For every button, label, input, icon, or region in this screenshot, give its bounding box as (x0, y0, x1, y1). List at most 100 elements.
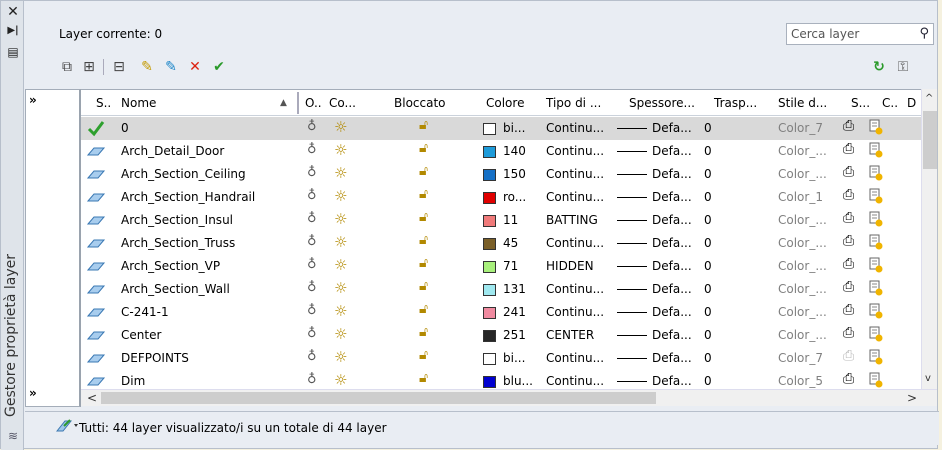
color-value[interactable]: 11 (503, 213, 518, 227)
unlock-icon[interactable]: 🔓︎ (419, 370, 428, 386)
unlock-icon[interactable]: 🔓︎ (419, 324, 428, 340)
plotstyle-value[interactable]: Color_7 (778, 351, 823, 365)
new-layer-icon[interactable]: ✎ (137, 57, 157, 77)
transparency-value[interactable]: 0 (704, 328, 712, 342)
transparency-value[interactable]: 0 (704, 121, 712, 135)
layer-icon[interactable] (86, 372, 106, 390)
layer-icon[interactable] (86, 142, 106, 160)
properties-icon[interactable]: ▤ (6, 45, 20, 59)
thaw-sun-icon[interactable]: ☼ (334, 210, 347, 228)
plot-printer-icon[interactable]: ⎙ (843, 256, 854, 272)
lineweight-value[interactable]: Defa... (652, 213, 692, 227)
layer-states-icon[interactable]: ⊟ (109, 57, 129, 77)
lineweight-value[interactable]: Defa... (652, 374, 692, 388)
on-bulb-icon[interactable]: ♁ (307, 349, 317, 364)
unlock-icon[interactable]: 🔓︎ (419, 186, 428, 202)
color-value[interactable]: 45 (503, 236, 518, 250)
transparency-value[interactable]: 0 (704, 305, 712, 319)
color-swatch[interactable] (483, 330, 496, 342)
plotstyle-value[interactable]: Color_... (778, 236, 827, 250)
new-vp-freeze-icon[interactable] (869, 372, 883, 388)
new-vp-freeze-icon[interactable] (869, 280, 883, 296)
table-row[interactable]: DEFPOINTS ♁ ☼ 🔓︎ bi... Continu... Defa... 0 Colo… (81, 347, 921, 370)
color-value[interactable]: 140 (503, 144, 526, 158)
table-row[interactable]: Center ♁ ☼ 🔓︎ 251 CENTER Defa... 0 Color_... ⎙ (81, 324, 921, 347)
layer-icon[interactable] (86, 165, 106, 183)
layer-list[interactable]: S.. Nome ▲ O.. Co... Bloccato Colore Tip… (81, 89, 921, 405)
thaw-sun-icon[interactable]: ☼ (334, 233, 347, 251)
plot-printer-icon[interactable]: ⎙ (843, 371, 854, 387)
color-swatch[interactable] (483, 307, 496, 319)
layer-name[interactable]: Center (121, 328, 161, 342)
plot-printer-icon[interactable]: ⎙ (843, 325, 854, 341)
plot-printer-icon[interactable]: ⎙ (843, 279, 854, 295)
table-row[interactable]: Arch_Detail_Door ♁ ☼ 🔓︎ 140 Continu... Defa...… (81, 140, 921, 163)
transparency-value[interactable]: 0 (704, 282, 712, 296)
layer-name[interactable]: Arch_Section_VP (121, 259, 220, 273)
transparency-value[interactable]: 0 (704, 213, 712, 227)
scroll-down-icon[interactable]: v (925, 373, 931, 384)
linetype-value[interactable]: Continu... (546, 144, 604, 158)
expand-filter-button[interactable]: » (29, 93, 37, 107)
layer-name[interactable]: Arch_Section_Wall (121, 282, 230, 296)
new-vp-frozen-layer-icon[interactable]: ✎ (161, 57, 181, 77)
lineweight-value[interactable]: Defa... (652, 282, 692, 296)
color-swatch[interactable] (483, 192, 496, 204)
linetype-value[interactable]: Continu... (546, 374, 604, 388)
unlock-icon[interactable]: 🔓︎ (419, 209, 428, 225)
plotstyle-value[interactable]: Color_... (778, 282, 827, 296)
current-layer-check-icon[interactable] (86, 119, 106, 137)
new-property-filter-icon[interactable]: ⧉ (57, 57, 77, 77)
layer-icon[interactable] (86, 188, 106, 206)
unlock-icon[interactable]: 🔓︎ (419, 255, 428, 271)
layer-icon[interactable] (86, 257, 106, 275)
lineweight-value[interactable]: Defa... (652, 144, 692, 158)
lineweight-value[interactable]: Defa... (652, 259, 692, 273)
scroll-left-icon[interactable]: < (87, 391, 97, 405)
thaw-sun-icon[interactable]: ☼ (334, 187, 347, 205)
color-swatch[interactable] (483, 353, 496, 365)
on-bulb-icon[interactable]: ♁ (307, 211, 317, 226)
linetype-value[interactable]: Continu... (546, 167, 604, 181)
set-current-icon[interactable]: ✔ (209, 57, 229, 77)
plotstyle-value[interactable]: Color_7 (778, 121, 823, 135)
header-color[interactable]: Colore (486, 96, 524, 110)
transparency-value[interactable]: 0 (704, 190, 712, 204)
linetype-value[interactable]: Continu... (546, 351, 604, 365)
horizontal-scrollbar[interactable]: < > (81, 389, 937, 406)
on-bulb-icon[interactable]: ♁ (307, 280, 317, 295)
layer-icon[interactable] (86, 303, 106, 321)
search-icon[interactable]: ⚲ (919, 26, 929, 41)
new-group-filter-icon[interactable]: ⊞ (79, 57, 99, 77)
color-swatch[interactable] (483, 215, 496, 227)
on-bulb-icon[interactable]: ♁ (307, 303, 317, 318)
vertical-scroll-thumb[interactable] (923, 111, 937, 169)
lineweight-value[interactable]: Defa... (652, 328, 692, 342)
new-vp-freeze-icon[interactable] (869, 165, 883, 181)
plot-printer-icon[interactable]: ⎙ (843, 118, 854, 134)
plot-printer-icon[interactable]: ⎙ (843, 164, 854, 180)
layer-name[interactable]: Arch_Section_Truss (121, 236, 235, 250)
thaw-sun-icon[interactable]: ☼ (334, 302, 347, 320)
delete-layer-icon[interactable]: ✕ (185, 57, 205, 77)
table-row[interactable]: Arch_Section_Truss ♁ ☼ 🔓︎ 45 Continu... Defa..… (81, 232, 921, 255)
color-swatch[interactable] (483, 123, 496, 135)
new-vp-freeze-icon[interactable] (869, 142, 883, 158)
plot-printer-icon[interactable]: ⎙ (843, 302, 854, 318)
layer-name[interactable]: Arch_Detail_Door (121, 144, 224, 158)
on-bulb-icon[interactable]: ♁ (307, 234, 317, 249)
layer-name[interactable]: Arch_Section_Insul (121, 213, 233, 227)
new-vp-freeze-icon[interactable] (869, 188, 883, 204)
on-bulb-icon[interactable]: ♁ (307, 165, 317, 180)
color-swatch[interactable] (483, 376, 496, 388)
unlock-icon[interactable]: 🔓︎ (419, 301, 428, 317)
table-row[interactable]: Arch_Section_Ceiling ♁ ☼ 🔓︎ 150 Continu... Def… (81, 163, 921, 186)
linetype-value[interactable]: Continu... (546, 190, 604, 204)
color-swatch[interactable] (483, 261, 496, 273)
new-vp-freeze-icon[interactable] (869, 349, 883, 365)
on-bulb-icon[interactable]: ♁ (307, 188, 317, 203)
color-swatch[interactable] (483, 169, 496, 181)
new-vp-freeze-icon[interactable] (869, 303, 883, 319)
unlock-icon[interactable]: 🔓︎ (419, 117, 428, 133)
layer-name[interactable]: Arch_Section_Ceiling (121, 167, 246, 181)
